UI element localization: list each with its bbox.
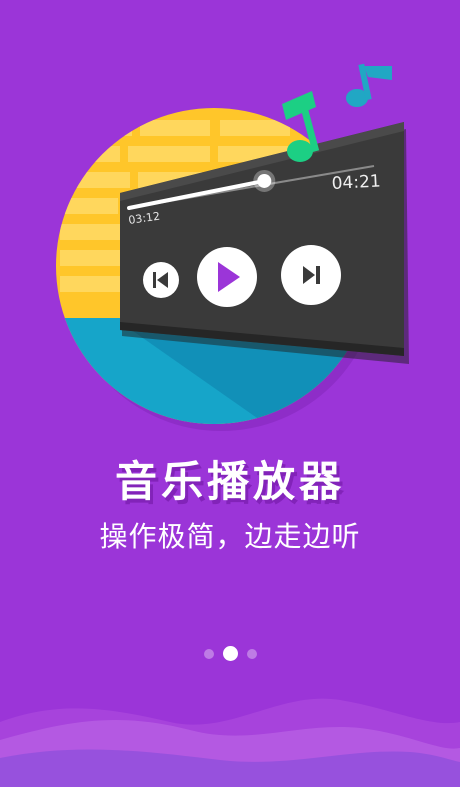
play-button[interactable] <box>197 247 257 307</box>
page-dot[interactable] <box>246 648 257 659</box>
next-button[interactable] <box>281 245 341 305</box>
music-note-icon <box>346 63 392 107</box>
page-dot[interactable] <box>203 648 214 659</box>
page-dot-active[interactable] <box>222 646 238 661</box>
page-indicator[interactable] <box>0 646 460 661</box>
page-title: 音乐播放器 <box>114 457 345 506</box>
previous-button[interactable] <box>143 262 179 298</box>
illustration: 03:12 04:21 <box>0 63 460 787</box>
page-subtitle: 操作极简，边走边听 <box>99 520 361 553</box>
total-time: 04:21 <box>331 171 381 194</box>
bottom-waves <box>0 698 460 787</box>
progress-knob[interactable] <box>257 173 272 188</box>
